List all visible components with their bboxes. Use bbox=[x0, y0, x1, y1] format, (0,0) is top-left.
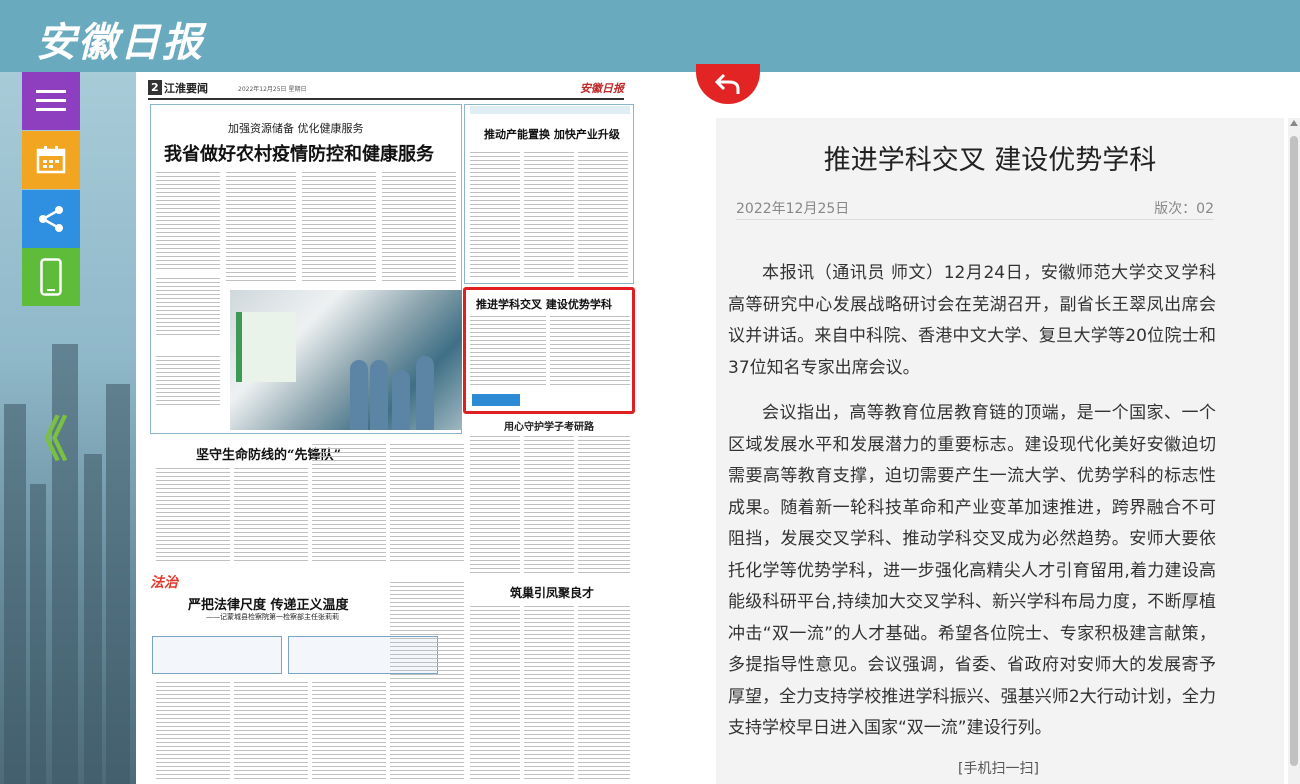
mobile-icon bbox=[40, 258, 62, 296]
share-icon bbox=[39, 206, 63, 232]
page-brand: 安徽日报 bbox=[580, 82, 624, 95]
page-date: 2022年12月25日 星期日 bbox=[238, 86, 307, 93]
calendar-icon bbox=[36, 146, 66, 174]
article-paragraph: 本报讯（通讯员 师文）12月24日，安徽师范大学交叉学科高等研究中心发展战略研讨… bbox=[728, 263, 1216, 378]
article-paragraph: 会议指出，高等教育位居教育链的顶端，是一个国家、一个区域发展水平和发展潜力的重要… bbox=[728, 403, 1216, 738]
page-section: 江淮要闻 bbox=[164, 82, 208, 95]
back-button[interactable] bbox=[696, 64, 760, 104]
article-content: 推进学科交叉 建设优势学科 2022年12月25日 版次：02 本报讯（通讯员 … bbox=[716, 118, 1284, 784]
mobile-button[interactable] bbox=[22, 248, 80, 306]
headline-industry[interactable]: 推动产能置换 加快产业升级 bbox=[484, 126, 620, 142]
page-header: 2 江淮要闻 2022年12月25日 星期日 安徽日报 bbox=[148, 80, 624, 100]
menu-button[interactable] bbox=[22, 72, 80, 130]
prev-page-button[interactable]: 《 bbox=[20, 400, 68, 470]
newspaper-page: 2 江淮要闻 2022年12月25日 星期日 安徽日报 加强资源储备 优化健康服… bbox=[136, 72, 636, 784]
banner-label: 法治 bbox=[150, 575, 178, 591]
headline-kicker: 加强资源储备 优化健康服务 bbox=[228, 122, 364, 135]
back-arrow-icon bbox=[715, 73, 740, 94]
headline-guard[interactable]: 用心守护学子考研路 bbox=[504, 418, 594, 433]
scroll-up-icon[interactable] bbox=[1290, 120, 1298, 126]
headline-main[interactable]: 我省做好农村疫情防控和健康服务 bbox=[164, 140, 434, 166]
selected-article-highlight[interactable] bbox=[463, 287, 635, 414]
calendar-button[interactable] bbox=[22, 131, 80, 189]
headline-talent[interactable]: 筑巢引凤聚良才 bbox=[510, 584, 594, 601]
menu-icon bbox=[36, 90, 66, 111]
site-logo[interactable]: 安徽日报 bbox=[36, 10, 204, 68]
top-header-bar: 安徽日报 bbox=[0, 0, 1300, 72]
article-body: 本报讯（通讯员 师文）12月24日，安徽师范大学交叉学科高等研究中心发展战略研讨… bbox=[728, 258, 1216, 759]
article-title: 推进学科交叉 建设优势学科 bbox=[823, 145, 1157, 176]
article-date: 2022年12月25日 bbox=[736, 201, 850, 217]
page-number: 2 bbox=[148, 80, 162, 95]
news-photo[interactable] bbox=[230, 290, 462, 430]
article-edition: 版次：02 bbox=[1154, 201, 1214, 217]
article-meta: 2022年12月25日 版次：02 bbox=[736, 198, 1214, 220]
scrollbar-thumb[interactable] bbox=[1290, 136, 1298, 766]
scan-label: [手机扫一扫] bbox=[958, 761, 1039, 777]
article-panel: 推进学科交叉 建设优势学科 2022年12月25日 版次：02 本报讯（通讯员 … bbox=[696, 64, 1300, 784]
headline-law[interactable]: 严把法律尺度 传递正义温度 bbox=[188, 594, 349, 613]
headline-law-sub: ——记蒙城县检察院第一检察部主任张莉莉 bbox=[206, 613, 339, 621]
share-button[interactable] bbox=[22, 190, 80, 248]
